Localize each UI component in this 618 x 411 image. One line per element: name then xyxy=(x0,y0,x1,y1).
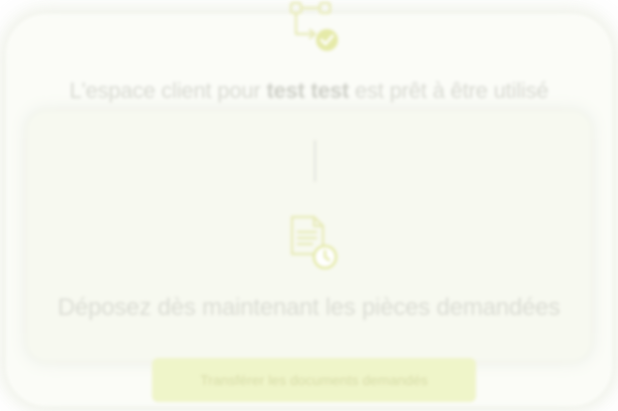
client-name: test test xyxy=(266,78,350,103)
workflow-check-icon xyxy=(289,1,338,51)
vertical-divider xyxy=(314,140,316,182)
document-clock-icon xyxy=(290,215,338,270)
page: L'espace client pour test test est prêt … xyxy=(0,0,618,411)
transfer-documents-button[interactable]: Transférer les documents demandés xyxy=(152,358,476,402)
page-title: L'espace client pour test test est prêt … xyxy=(0,78,618,104)
title-prefix: L'espace client pour xyxy=(69,78,267,103)
upload-title: Déposez dès maintenant les pièces demand… xyxy=(57,294,561,321)
title-suffix: est prêt à être utilisé xyxy=(349,78,549,103)
